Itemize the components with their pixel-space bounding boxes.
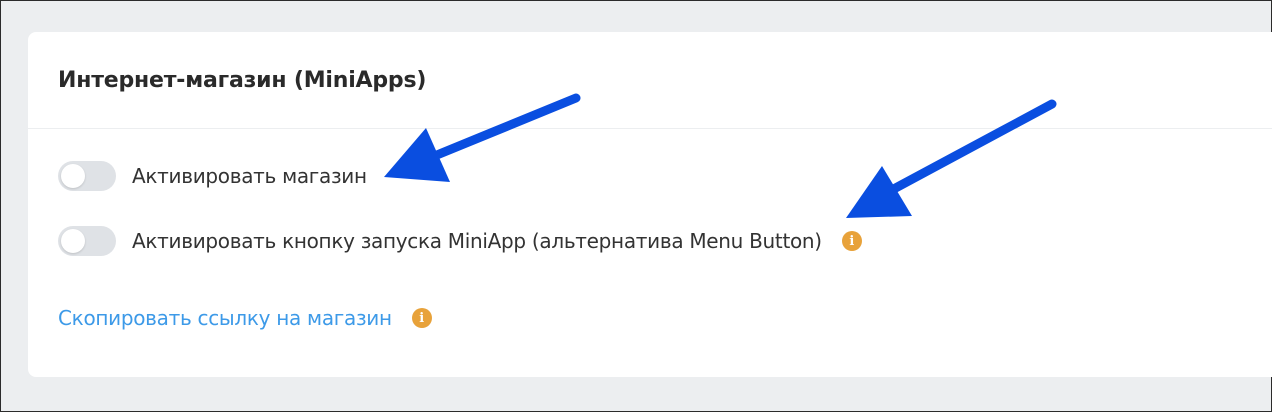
info-icon[interactable]: i [411,308,432,328]
toggle-knob [61,164,85,188]
setting-row-miniapp-button: Активировать кнопку запуска MiniApp (аль… [58,226,862,256]
miniapp-button-label: Активировать кнопку запуска MiniApp (аль… [132,229,822,253]
copy-link-row: Скопировать ссылку на магазин i [58,306,432,330]
activate-shop-toggle[interactable] [58,161,116,191]
activate-shop-label: Активировать магазин [132,164,367,188]
divider [28,128,1272,129]
toggle-knob [61,229,85,253]
card-title: Интернет-магазин (MiniApps) [58,68,427,93]
copy-shop-link[interactable]: Скопировать ссылку на магазин [58,306,392,330]
info-icon[interactable]: i [841,231,862,251]
shop-settings-card: Интернет-магазин (MiniApps) Активировать… [28,32,1272,377]
miniapp-button-toggle[interactable] [58,226,116,256]
setting-row-activate-shop: Активировать магазин [58,161,367,191]
